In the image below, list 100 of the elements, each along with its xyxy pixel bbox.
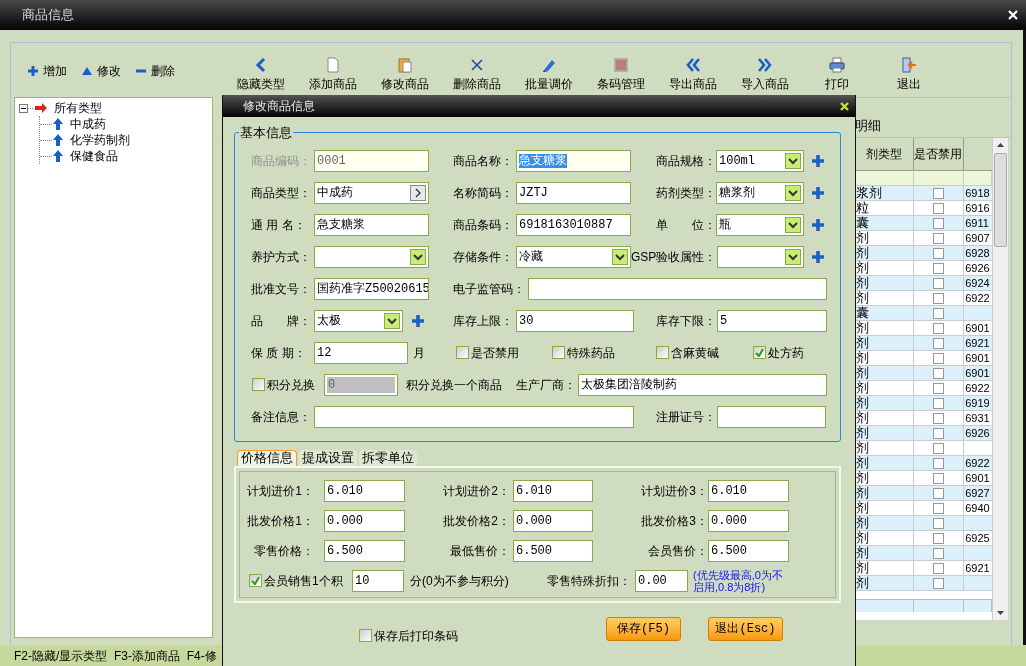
input-field[interactable] (717, 405, 826, 428)
dropdown[interactable]: 瓶 (716, 213, 804, 236)
checkbox[interactable]: 保存后打印条码 (359, 626, 458, 645)
checkbox[interactable] (932, 337, 944, 349)
input-field[interactable]: 10 (352, 569, 404, 592)
checkbox[interactable]: 是否禁用 (456, 343, 526, 362)
dropdown[interactable]: 太极 (314, 309, 403, 332)
input-field[interactable]: 5 (717, 309, 827, 332)
input-field[interactable]: 6.010 (324, 479, 405, 502)
checkbox[interactable] (932, 502, 944, 514)
input-field[interactable]: 0.000 (708, 509, 789, 532)
toolbar-button[interactable]: 导入商品 (729, 57, 801, 93)
input-field[interactable] (314, 405, 634, 428)
add-icon[interactable] (411, 313, 425, 328)
checkbox[interactable]: 含麻黄碱 (656, 343, 726, 362)
checkbox[interactable]: 处方药 (753, 343, 813, 362)
checkbox[interactable] (932, 307, 944, 319)
checkbox[interactable] (932, 217, 944, 229)
toolbar-button[interactable]: 退出 (873, 57, 945, 93)
checkbox[interactable] (932, 487, 944, 499)
checkbox[interactable] (932, 397, 944, 409)
chevron-down-icon[interactable] (785, 152, 801, 169)
chevron-right-icon[interactable] (410, 184, 426, 201)
scrollbar[interactable] (992, 138, 1008, 620)
dialog-button[interactable]: 退出(Esc) (708, 616, 783, 641)
toolbar-button[interactable]: 修改 (81, 62, 121, 80)
input-field[interactable] (528, 277, 827, 300)
checkbox[interactable] (932, 562, 944, 574)
input-field[interactable]: 30 (516, 309, 634, 332)
checkbox[interactable] (932, 547, 944, 559)
checkbox[interactable] (932, 532, 944, 544)
tree-item[interactable]: 中成药 (70, 115, 106, 133)
chevron-down-icon[interactable] (785, 216, 801, 233)
tab[interactable]: 价格信息 (237, 449, 297, 466)
dialog-button[interactable]: 保存(F5) (606, 616, 681, 641)
checkbox[interactable] (932, 232, 944, 244)
input-field[interactable]: JZTJ (516, 181, 631, 204)
chevron-down-icon[interactable] (785, 184, 801, 201)
input-field[interactable]: 6.500 (708, 539, 789, 562)
toolbar-button[interactable]: 批量调价 (513, 57, 585, 93)
toolbar-button[interactable]: 修改商品 (369, 57, 441, 93)
checkbox[interactable] (932, 322, 944, 334)
tree-item[interactable]: 化学药制剂 (70, 131, 130, 149)
checkbox[interactable]: 特殊药品 (552, 343, 622, 362)
input-field[interactable]: 6.010 (708, 479, 789, 502)
checkbox[interactable] (932, 517, 944, 529)
tab[interactable]: 拆零单位 (359, 449, 417, 466)
chevron-down-icon[interactable] (384, 312, 400, 329)
input-field[interactable]: 6918163010887 (516, 213, 631, 236)
checkbox[interactable] (932, 292, 944, 304)
chevron-down-icon[interactable] (410, 248, 426, 265)
checkbox[interactable]: 积分兑换 (252, 375, 316, 394)
checkbox[interactable]: 会员销售1个积 (249, 571, 345, 590)
dropdown[interactable]: 糖浆剂 (716, 181, 804, 204)
chevron-down-icon[interactable] (785, 248, 801, 265)
checkbox[interactable] (932, 412, 944, 424)
add-icon[interactable] (811, 217, 825, 232)
checkbox[interactable] (932, 187, 944, 199)
input-field[interactable]: 6.010 (513, 479, 593, 502)
collapse-icon[interactable] (19, 103, 28, 113)
input-field[interactable]: 6.500 (324, 539, 405, 562)
toolbar-button[interactable]: 增加 (27, 62, 67, 80)
checkbox[interactable] (932, 367, 944, 379)
close-icon[interactable] (840, 101, 849, 111)
toolbar-button[interactable]: 打印 (801, 57, 873, 93)
toolbar-button[interactable]: 删除商品 (441, 57, 513, 93)
checkbox[interactable] (932, 427, 944, 439)
tree-item[interactable]: 保健食品 (70, 147, 118, 165)
checkbox[interactable] (932, 247, 944, 259)
toolbar-button[interactable]: 隐藏类型 (225, 57, 297, 93)
checkbox[interactable] (932, 577, 944, 589)
add-icon[interactable] (811, 249, 825, 264)
checkbox[interactable] (932, 382, 944, 394)
checkbox[interactable] (932, 202, 944, 214)
input-field[interactable]: 0.000 (513, 509, 593, 532)
checkbox[interactable] (932, 277, 944, 289)
input-field[interactable]: 6.500 (513, 539, 593, 562)
toolbar-button[interactable]: 删除 (135, 62, 175, 80)
scrollbar-thumb[interactable] (994, 153, 1007, 247)
toolbar-button[interactable]: 条码管理 (585, 57, 657, 93)
tree-item[interactable]: 所有类型 (54, 99, 102, 117)
dropdown[interactable]: 冷藏 (516, 245, 631, 268)
add-icon[interactable] (811, 185, 825, 200)
chevron-down-icon[interactable] (612, 248, 628, 265)
dropdown[interactable]: 100ml (716, 149, 804, 172)
checkbox[interactable] (932, 472, 944, 484)
input-field[interactable]: 0.000 (324, 509, 405, 532)
input-field[interactable]: 太极集团涪陵制药 (578, 373, 827, 396)
checkbox[interactable] (932, 457, 944, 469)
add-icon[interactable] (811, 153, 825, 168)
input-field[interactable]: 中成药 (314, 181, 429, 204)
input-field[interactable]: 12 (314, 341, 408, 364)
toolbar-button[interactable]: 导出商品 (657, 57, 729, 93)
input-field[interactable]: 急支糖浆 (314, 213, 429, 236)
checkbox[interactable] (932, 442, 944, 454)
toolbar-button[interactable]: 添加商品 (297, 57, 369, 93)
checkbox[interactable] (932, 352, 944, 364)
tab[interactable]: 提成设置 (299, 449, 357, 466)
checkbox[interactable] (932, 262, 944, 274)
input-field[interactable]: 0.00 (635, 569, 688, 592)
